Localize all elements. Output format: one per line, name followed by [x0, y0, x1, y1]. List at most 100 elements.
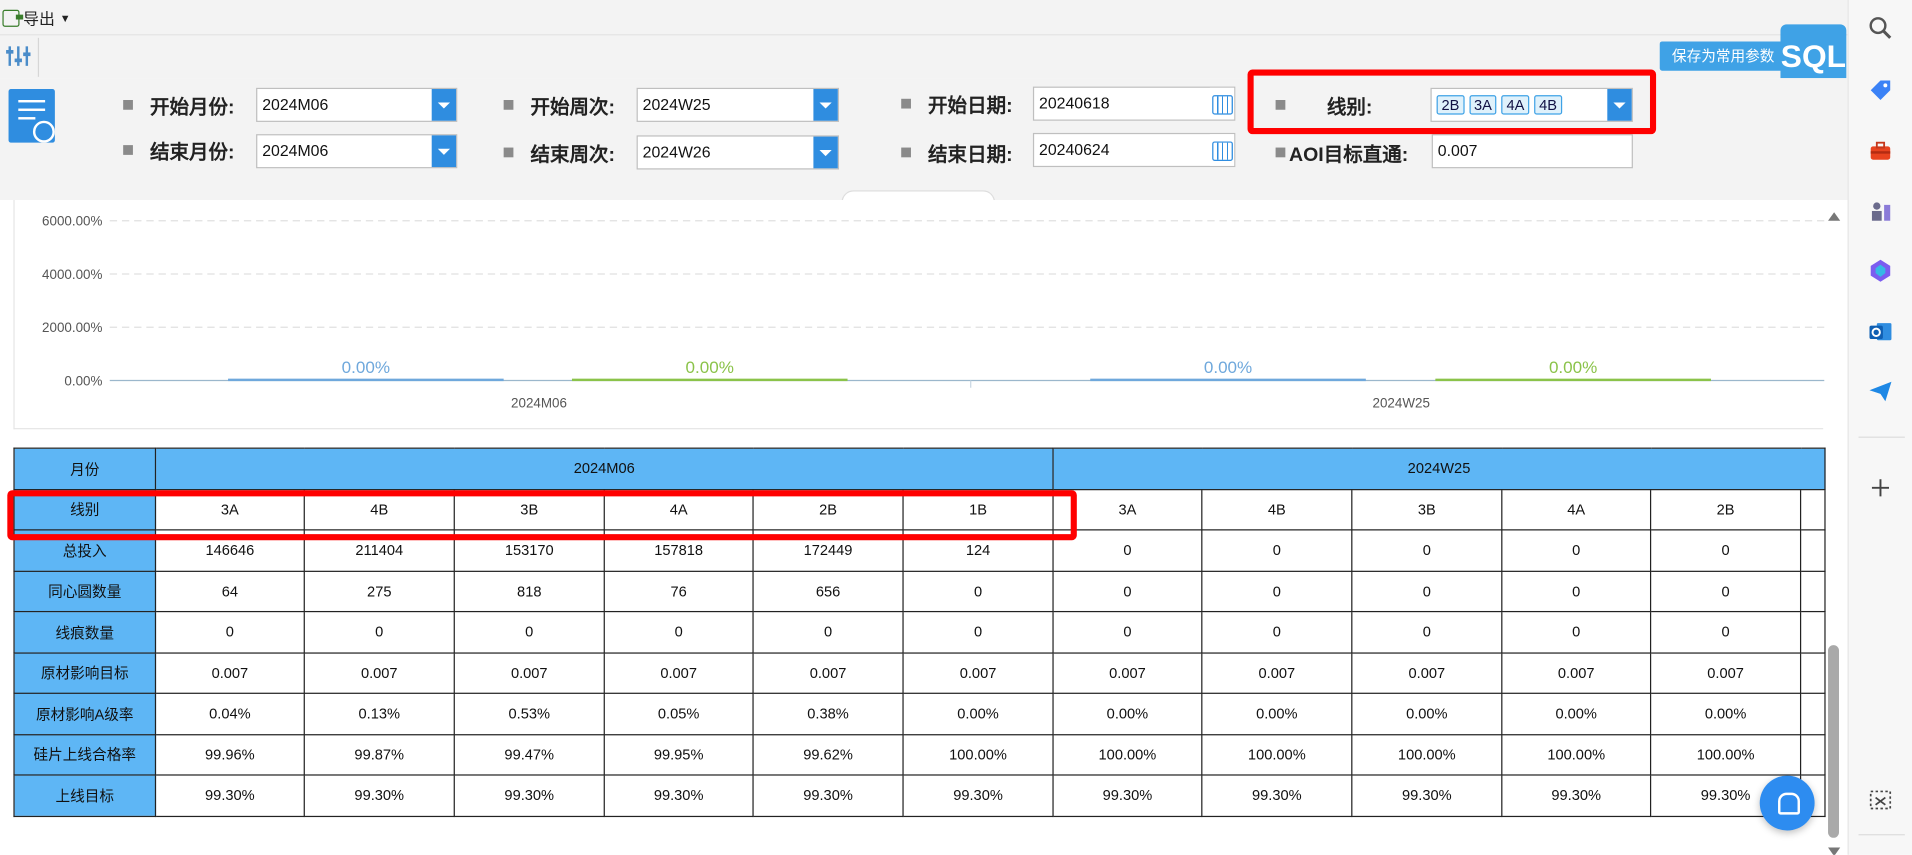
table-cell: 0.007 [603, 651, 754, 694]
y-tick-label: 6000.00% [42, 214, 102, 229]
y-tick-label: 2000.00% [42, 320, 102, 335]
chess-icon[interactable] [1867, 198, 1894, 225]
row-header: 月份 [13, 447, 157, 490]
table-cell: 0 [752, 610, 904, 654]
sidebar-divider [1858, 834, 1905, 836]
table-row: 硅片上线合格率 99.96% 99.87% 99.47% 99.95% 99.62% 100… [13, 733, 1826, 776]
dropdown-arrow-icon[interactable] [431, 89, 457, 121]
bar[interactable] [1090, 378, 1366, 382]
export-menu[interactable]: 导出 ▼ [2, 6, 71, 29]
table-cell: 0.13% [303, 692, 455, 735]
table-row: 上线目标 99.30% 99.30% 99.30% 99.30% 99.30% 99.30%… [13, 774, 1826, 817]
end-month-select[interactable]: 2024M06 [256, 134, 458, 169]
dropdown-arrow-icon[interactable] [431, 135, 457, 168]
bar[interactable] [571, 378, 848, 382]
end-date-value: 20240624 [1039, 140, 1110, 159]
end-week-filter: 结束周次: [503, 135, 616, 169]
aoi-input[interactable]: 0.007 [1431, 134, 1633, 169]
table-row: 原材影响目标 0.007 0.007 0.007 0.007 0.007 0.007 0.00… [13, 651, 1826, 694]
table-cell: 0.007 [752, 651, 904, 694]
start-month-select[interactable]: 2024M06 [256, 87, 458, 122]
tag-icon[interactable] [1867, 77, 1894, 104]
toolbar-divider [37, 37, 40, 77]
report-logo-icon [8, 89, 55, 143]
table-cell: 99.30% [1351, 774, 1503, 817]
table-cell: 100.00% [1501, 733, 1652, 776]
table-cell: 100.00% [1052, 733, 1203, 776]
table-cell: 0 [1201, 610, 1353, 654]
table-cell [1799, 651, 1826, 694]
table-cell: 0.38% [752, 692, 904, 735]
table-cell: 0 [1351, 610, 1503, 654]
end-week-select[interactable]: 2024W26 [636, 135, 840, 170]
dropdown-arrow-icon[interactable] [813, 89, 838, 121]
table-cell: 0.007 [1649, 651, 1802, 694]
search-icon[interactable] [1867, 15, 1894, 42]
line-cell: 3B [1351, 488, 1503, 531]
scroll-down-icon[interactable] [1828, 847, 1841, 855]
add-icon[interactable] [1867, 474, 1894, 501]
vertical-scrollbar[interactable] [1826, 200, 1843, 855]
table-cell: 0.00% [1351, 692, 1503, 735]
start-date-input[interactable]: 20240618 [1032, 86, 1236, 121]
end-date-input[interactable]: 20240624 [1032, 132, 1236, 168]
screenshot-icon[interactable] [1867, 787, 1894, 814]
table-cell: 0 [1351, 570, 1503, 613]
end-month-label: 结束月份: [149, 142, 235, 164]
table-cell: 0 [1351, 529, 1503, 572]
table-cell: 0.007 [1501, 651, 1652, 694]
table-cell: 0 [603, 610, 754, 654]
assistant-float-button[interactable] [1759, 775, 1815, 831]
table-cell: 100.00% [1649, 733, 1802, 776]
table-cell: 64 [154, 570, 305, 613]
scroll-up-icon[interactable] [1828, 212, 1841, 221]
sidebar-divider [1858, 436, 1905, 438]
table-cell: 99.30% [303, 774, 455, 817]
group-header: 2024M06 [154, 447, 1054, 490]
aoi-value: 0.007 [1437, 141, 1478, 160]
table-cell: 99.30% [752, 774, 904, 817]
scroll-thumb[interactable] [1828, 645, 1840, 838]
table-cell: 0.007 [1052, 651, 1203, 694]
caret-down-icon: ▼ [59, 11, 71, 24]
bullet-icon [901, 147, 911, 158]
table-cell: 0 [303, 610, 455, 654]
row-header: 原材影响A级率 [13, 692, 157, 735]
start-week-select[interactable]: 2024W25 [636, 87, 840, 122]
table-cell: 275 [303, 570, 455, 613]
settings-sliders-icon[interactable] [6, 45, 31, 67]
table-cell: 99.30% [1052, 774, 1203, 817]
dropdown-arrow-icon[interactable] [813, 136, 838, 169]
save-params-button[interactable]: 保存为常用参数 [1659, 41, 1794, 71]
bar[interactable] [228, 378, 504, 382]
start-week-value: 2024W25 [642, 95, 711, 114]
group-header: 2024W25 [1052, 447, 1826, 490]
bar[interactable] [1435, 378, 1711, 382]
send-icon[interactable] [1867, 378, 1894, 405]
end-month-value: 2024M06 [262, 141, 329, 160]
table-cell: 0.00% [1649, 692, 1802, 735]
table-cell: 100.00% [1201, 733, 1353, 776]
start-date-label: 开始日期: [928, 96, 1013, 118]
table-cell: 0 [1501, 610, 1652, 654]
start-date-value: 20240618 [1039, 93, 1110, 113]
outlook-icon[interactable] [1867, 318, 1894, 345]
start-month-filter: 开始月份: [123, 88, 235, 122]
table-cell [1799, 733, 1826, 776]
table-cell: 0 [1501, 570, 1652, 613]
calendar-icon[interactable] [1209, 87, 1235, 120]
bullet-icon [123, 99, 133, 110]
bullet-icon [123, 145, 133, 155]
line-cell: 4A [1501, 488, 1652, 531]
toolbox-icon[interactable] [1867, 138, 1894, 165]
table-cell: 0.007 [902, 651, 1054, 694]
copilot-icon[interactable] [1867, 257, 1894, 284]
end-week-label: 结束周次: [530, 145, 616, 166]
table-cell: 99.30% [1501, 774, 1652, 817]
line-cell: 4B [1201, 488, 1353, 531]
table-cell: 99.30% [603, 774, 754, 817]
export-label: 导出 [23, 9, 55, 29]
calendar-icon[interactable] [1209, 134, 1235, 166]
table-cell [1799, 529, 1826, 572]
table-cell [1799, 692, 1826, 735]
